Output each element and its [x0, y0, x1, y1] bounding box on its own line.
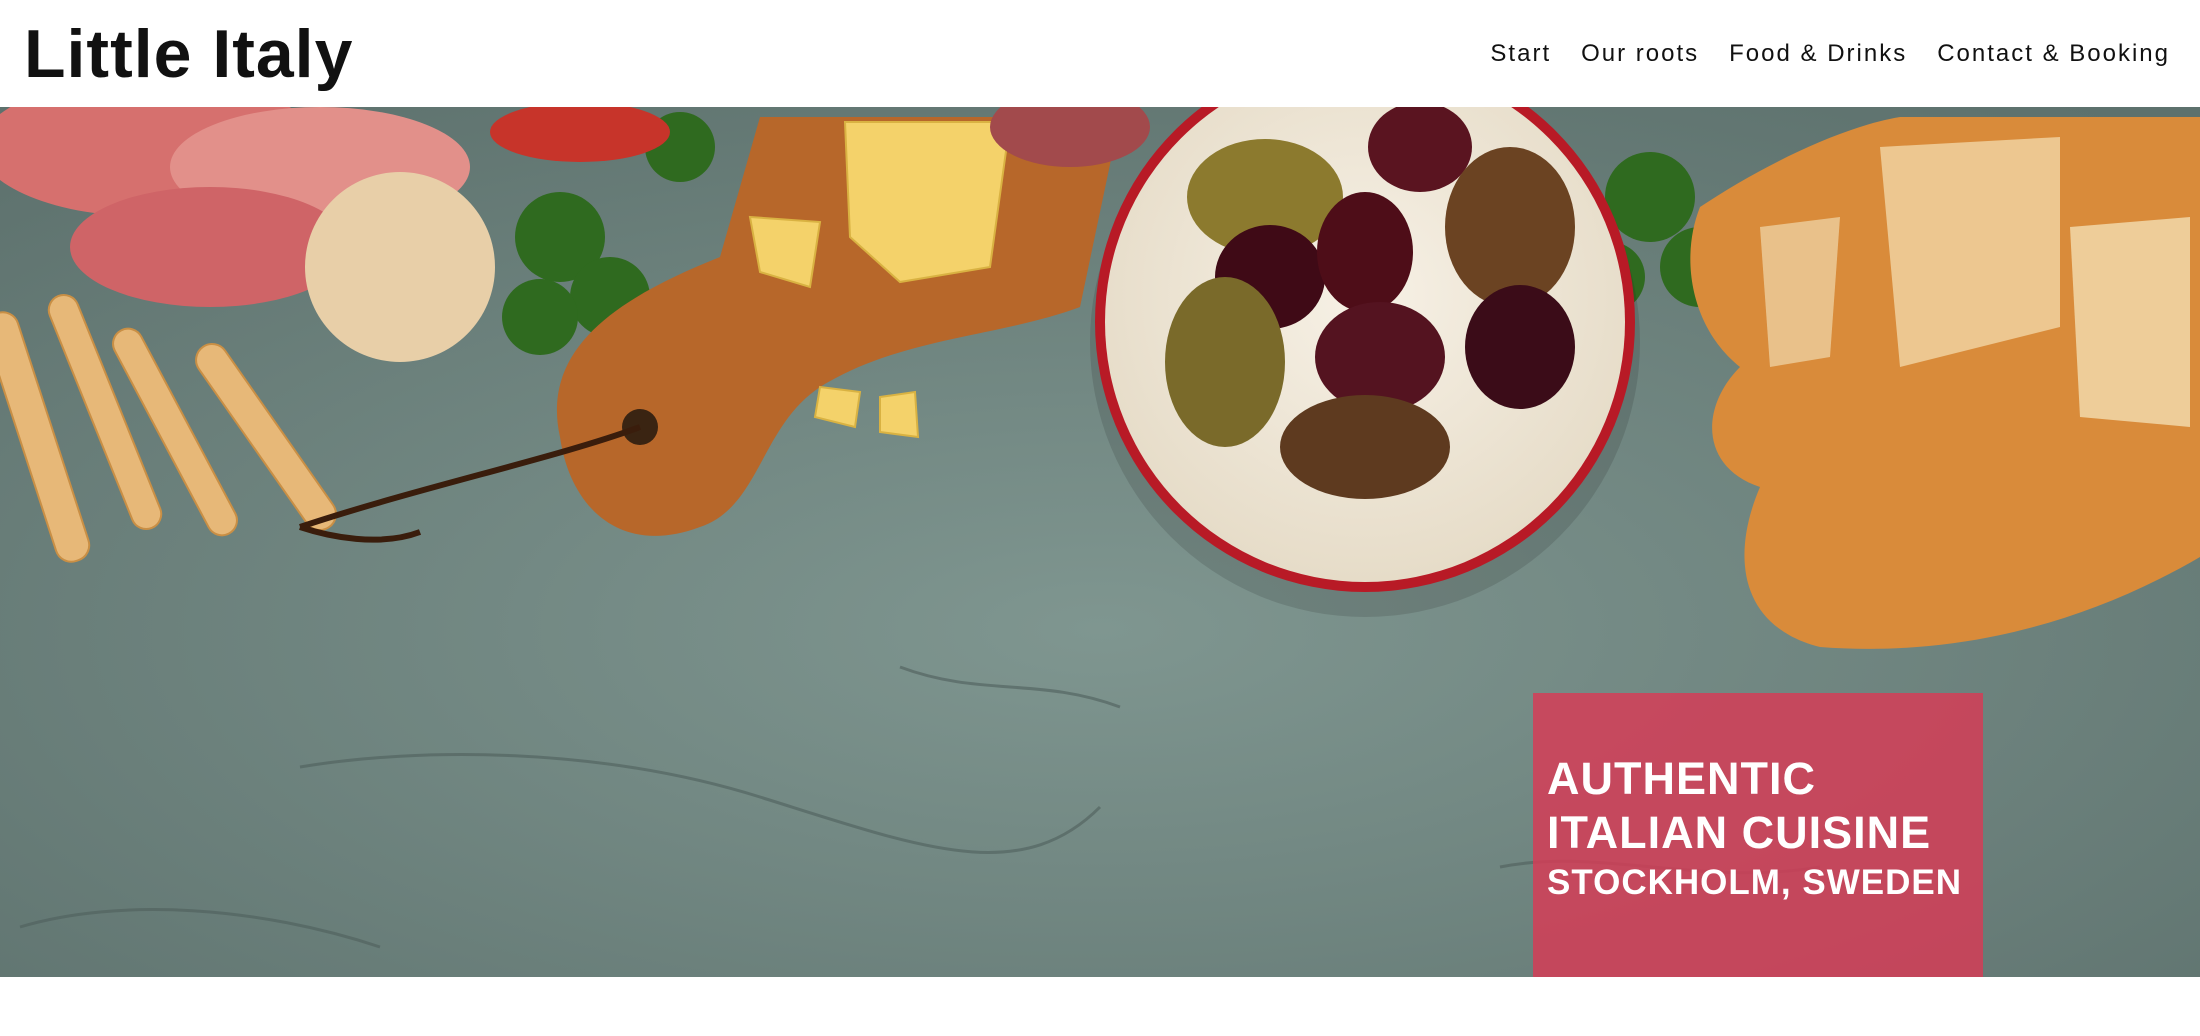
promo-headline-line1: AUTHENTIC	[1547, 753, 1816, 804]
nav-start[interactable]: Start	[1490, 34, 1551, 74]
nav-our-roots[interactable]: Our roots	[1581, 34, 1699, 74]
nav-food-drinks[interactable]: Food & Drinks	[1729, 34, 1907, 74]
nav-contact-booking[interactable]: Contact & Booking	[1937, 34, 2170, 74]
hero-banner: AUTHENTIC ITALIAN CUISINE STOCKHOLM, SWE…	[0, 107, 2200, 977]
site-header: Little Italy Start Our roots Food & Drin…	[0, 0, 2200, 107]
promo-box: AUTHENTIC ITALIAN CUISINE STOCKHOLM, SWE…	[1533, 693, 1983, 977]
promo-headline-line2: ITALIAN CUISINE	[1547, 807, 1932, 858]
promo-location: STOCKHOLM, SWEDEN	[1547, 863, 1962, 902]
site-logo[interactable]: Little Italy	[24, 12, 353, 96]
page-below-hero	[0, 977, 2200, 1036]
main-nav: Start Our roots Food & Drinks Contact & …	[1490, 34, 2170, 74]
